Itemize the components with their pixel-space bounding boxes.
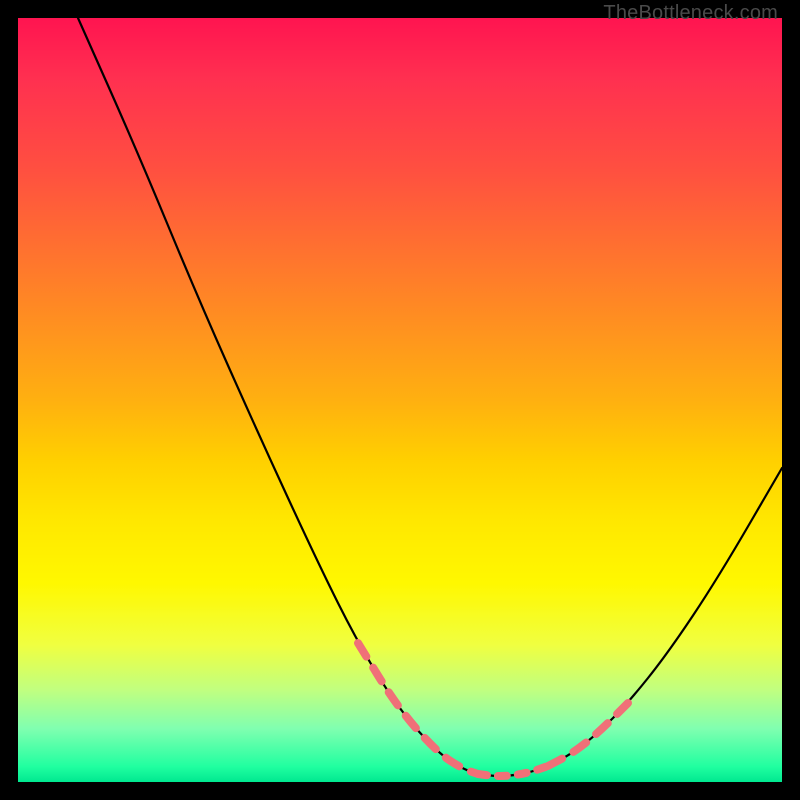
series-main-curve (78, 18, 782, 776)
watermark-text: TheBottleneck.com (603, 2, 778, 25)
chart-svg (18, 18, 782, 782)
plot-area (18, 18, 782, 782)
series-pink-dash-right (548, 703, 628, 766)
chart-container: TheBottleneck.com (0, 0, 800, 800)
series-pink-dash-left (358, 643, 478, 774)
